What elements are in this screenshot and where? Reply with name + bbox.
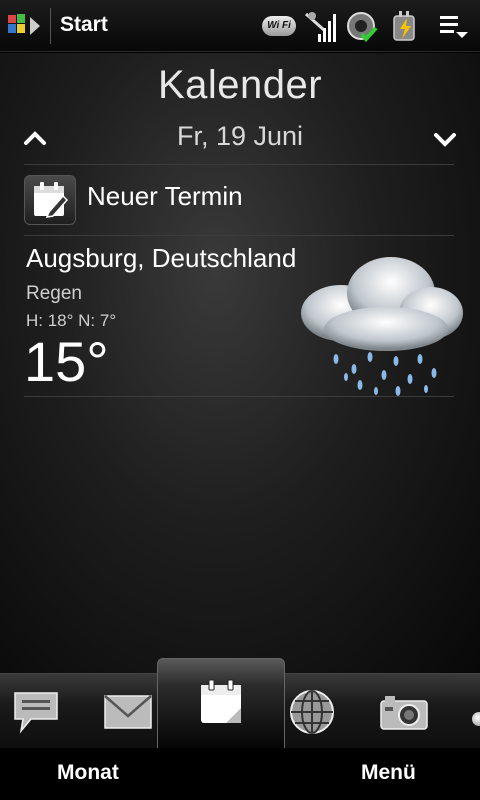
chevron-down-icon[interactable] [430,125,460,153]
status-divider [50,8,51,44]
tab-camera[interactable] [354,674,454,749]
globe-icon [290,689,334,734]
signal-icon[interactable] [304,8,336,44]
month-softkey[interactable]: Monat [57,761,119,785]
speech-bubble-icon [14,691,58,734]
menu-list-icon[interactable] [438,8,470,44]
new-event-button[interactable]: Neuer Termin [24,173,454,229]
tab-calendar[interactable] [157,658,285,748]
current-date: Fr, 19 Juni [176,121,304,151]
date-navigator: Fr, 19 Juni [0,119,480,159]
weather-high-low: H: 18° N: 7° [26,311,117,330]
rain-cloud-icon [301,257,463,396]
page-title: Kalender [157,63,323,107]
sync-icon[interactable] [346,8,378,44]
windows-start-icon[interactable] [6,9,44,43]
weather-widget[interactable]: Augsburg, Deutschland Regen H: 18° N: 7°… [24,241,463,401]
new-event-label: Neuer Termin [87,181,243,211]
weather-temperature: 15° [24,330,109,393]
divider [24,235,454,236]
calendar-panel: Kalender Fr, 19 Juni Neuer Termin Augsbu… [0,53,480,673]
envelope-icon [104,694,152,729]
weather-condition: Regen [26,283,82,304]
weather-city: Augsburg, Deutschland [26,243,297,273]
tab-messages[interactable] [0,674,86,749]
softkey-bar: Monat Menü [0,748,480,800]
divider [24,396,454,397]
battery-charging-icon[interactable] [390,8,420,44]
camera-icon [380,695,428,730]
status-bar: Start Wi Fi [0,0,480,52]
menu-softkey[interactable]: Menü [361,761,416,785]
more-tabs-indicator[interactable] [472,712,480,726]
start-title[interactable]: Start [60,13,108,37]
wifi-icon[interactable]: Wi Fi [262,16,296,36]
new-event-icon [24,175,76,225]
divider [24,164,454,165]
calendar-icon [201,679,241,723]
